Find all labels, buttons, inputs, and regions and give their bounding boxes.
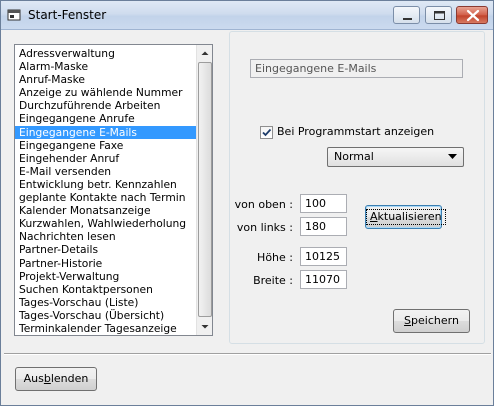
width-field[interactable]: 11070 (300, 270, 347, 289)
list-item[interactable]: Eingegangene Anrufe (15, 112, 197, 125)
list-item[interactable]: Nachrichten lesen (15, 230, 197, 243)
hide-button[interactable]: Ausblenden (15, 367, 97, 391)
form-list-items: Adressverwaltung Alarm-Maske Anruf-Maske An… (15, 47, 197, 335)
top-position-field[interactable]: 100 (300, 194, 347, 213)
height-label: Höhe : (257, 251, 293, 264)
list-item[interactable]: Projekt-Verwaltung (15, 270, 197, 283)
list-item[interactable]: Tages-Vorschau (Übersicht) (15, 309, 197, 322)
minimize-icon (403, 18, 412, 20)
list-item[interactable]: Eingehender Anruf (15, 152, 197, 165)
scroll-thumb[interactable] (198, 62, 212, 317)
list-item[interactable]: Anruf-Maske (15, 73, 197, 86)
display-mode-select[interactable]: Normal (327, 147, 464, 167)
display-mode-value: Normal (334, 150, 374, 163)
hide-button-label: Ausblenden (23, 372, 89, 385)
scroll-up-arrow-icon[interactable] (197, 45, 212, 61)
left-position-field[interactable]: 180 (300, 217, 347, 236)
scroll-down-arrow-icon[interactable] (197, 319, 212, 335)
list-item[interactable]: E-Mail versenden (15, 165, 197, 178)
list-item[interactable]: Partner-Historie (15, 257, 197, 270)
save-button[interactable]: Speichern (393, 309, 470, 333)
list-item[interactable]: Anzeige zu wählende Nummer (15, 86, 197, 99)
list-item[interactable]: Entwicklung betr. Kennzahlen (15, 178, 197, 191)
vertical-scrollbar[interactable] (196, 45, 212, 335)
minimize-button[interactable] (393, 6, 420, 24)
list-item[interactable]: Durchzuführende Arbeiten (15, 99, 197, 112)
close-icon (466, 9, 480, 22)
list-item[interactable]: Terminkalender Tagesanzeige (15, 322, 197, 335)
start-window: Start-Fenster Adressverwaltung Alarm-Mask… (0, 0, 494, 406)
maximize-button[interactable] (425, 6, 452, 24)
maximize-icon (434, 11, 445, 20)
footer-divider (4, 353, 491, 355)
list-item[interactable]: Partner-Details (15, 243, 197, 256)
top-label: von oben : (234, 198, 293, 211)
startup-checkbox[interactable] (260, 126, 273, 139)
list-item[interactable]: Suchen Kontaktpersonen (15, 283, 197, 296)
checkmark-icon (262, 128, 272, 137)
left-label: von links : (236, 221, 293, 234)
refresh-button[interactable]: Aktualisieren (365, 205, 446, 229)
save-button-label: Speichern (404, 314, 459, 327)
form-list[interactable]: Adressverwaltung Alarm-Maske Anruf-Maske An… (14, 44, 213, 336)
height-field[interactable]: 10125 (300, 247, 347, 266)
list-item[interactable]: Eingegangene E-Mails (15, 125, 197, 139)
list-item[interactable]: Kalender Monatsanzeige (15, 204, 197, 217)
refresh-button-label: Aktualisieren (366, 209, 446, 225)
list-item[interactable]: Adressverwaltung (15, 47, 197, 60)
app-window-icon (7, 8, 21, 22)
window-title: Start-Fenster (28, 8, 107, 22)
list-item[interactable]: geplante Kontakte nach Termin (15, 191, 197, 204)
list-item[interactable]: Alarm-Maske (15, 60, 197, 73)
list-item[interactable]: Tages-Vorschau (Liste) (15, 296, 197, 309)
chevron-down-icon (448, 154, 457, 159)
startup-checkbox-label[interactable]: Bei Programmstart anzeigen (277, 125, 434, 138)
selected-form-name-field[interactable]: Eingegangene E-Mails (250, 59, 463, 78)
title-bar[interactable]: Start-Fenster (1, 1, 493, 30)
close-button[interactable] (456, 6, 488, 24)
list-item[interactable]: Kurzwahlen, Wahlwiederholung (15, 217, 197, 230)
width-label: Breite : (253, 274, 293, 287)
list-item[interactable]: Eingegangene Faxe (15, 139, 197, 152)
